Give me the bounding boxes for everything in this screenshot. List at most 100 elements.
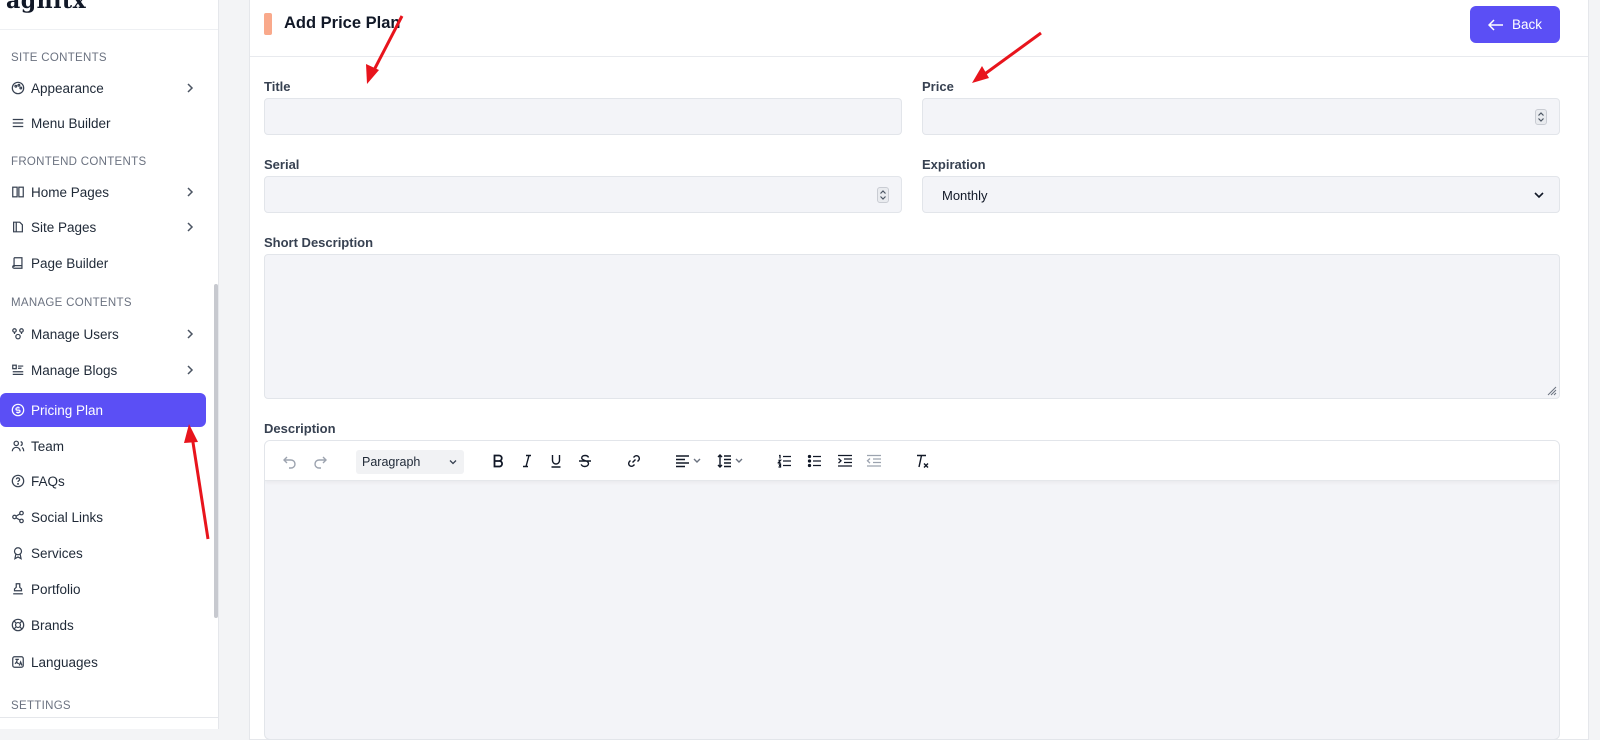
sidebar-item-menu-builder[interactable]: Menu Builder (0, 107, 207, 139)
sidebar-item-label: Appearance (31, 80, 104, 96)
block-format-select[interactable]: Paragraph (356, 450, 464, 474)
price-label: Price (922, 79, 954, 94)
stamp-icon (11, 582, 25, 596)
sidebar-item-label: Page Builder (31, 255, 109, 271)
book-open-icon (11, 185, 25, 199)
language-icon (11, 655, 25, 669)
title-label: Title (264, 79, 291, 94)
dollar-circle-icon (11, 403, 25, 417)
users-icon (11, 327, 25, 341)
sidebar-item-social-links[interactable]: Social Links (0, 501, 207, 533)
arrow-left-icon (1487, 18, 1503, 31)
link-icon[interactable] (625, 452, 643, 470)
stepper-arrows-icon (880, 190, 886, 200)
undo-icon[interactable] (281, 452, 299, 470)
share-icon (11, 510, 25, 524)
sidebar-scrollbar[interactable] (214, 284, 218, 618)
strikethrough-icon[interactable] (576, 452, 594, 470)
chevron-down-icon (449, 460, 457, 465)
sidebar-item-label: Portfolio (31, 581, 81, 597)
team-icon (11, 439, 25, 453)
serial-label: Serial (264, 157, 300, 172)
bold-icon[interactable] (489, 452, 507, 470)
sidebar-item-label: Team (31, 438, 65, 454)
lifebuoy-icon (11, 618, 25, 632)
expiration-selected-value: Monthly (942, 188, 988, 203)
sidebar-item-team[interactable]: Team (0, 430, 207, 462)
sidebar-item-label: Manage Users (31, 326, 119, 342)
chevron-right-icon (187, 83, 194, 93)
price-stepper[interactable] (1535, 109, 1547, 125)
sidebar-item-brands[interactable]: Brands (0, 609, 207, 641)
sidebar-item-faqs[interactable]: FAQs (0, 465, 207, 497)
palette-icon (11, 81, 25, 95)
header-accent-marker (264, 13, 272, 35)
underline-icon[interactable] (547, 452, 565, 470)
list-detail-icon (11, 363, 25, 377)
sidebar-item-services[interactable]: Services (0, 537, 207, 569)
sidebar-item-appearance[interactable]: Appearance (0, 72, 207, 104)
sidebar-divider (0, 717, 218, 718)
chevron-down-icon (1534, 192, 1544, 199)
serial-stepper[interactable] (877, 187, 889, 203)
description-rich-text-editor[interactable]: Paragraph (264, 440, 1560, 740)
sidebar-item-label: Services (31, 545, 83, 561)
sidebar-item-label: Menu Builder (31, 115, 111, 131)
back-button-label: Back (1511, 17, 1542, 32)
card-header: Add Price Plan Back (250, 0, 1588, 57)
section-title-frontend-contents: FRONTEND CONTENTS (11, 156, 147, 168)
short-description-label: Short Description (264, 235, 374, 250)
stepper-arrows-icon (1538, 112, 1544, 122)
sidebar-item-label: Home Pages (31, 184, 110, 200)
clear-format-icon[interactable] (913, 452, 931, 470)
back-button[interactable]: Back (1470, 6, 1560, 43)
section-title-settings: SETTINGS (11, 700, 71, 712)
sidebar-item-portfolio[interactable]: Portfolio (0, 573, 207, 605)
pages-icon (11, 220, 25, 234)
chevron-right-icon (187, 187, 194, 197)
sidebar-item-site-pages[interactable]: Site Pages (0, 211, 207, 243)
sidebar-item-manage-blogs[interactable]: Manage Blogs (0, 354, 207, 386)
sidebar-item-label: Manage Blogs (31, 362, 118, 378)
align-left-icon[interactable] (673, 452, 705, 470)
numbered-list-icon[interactable] (776, 452, 794, 470)
expiration-label: Expiration (922, 157, 986, 172)
indent-icon[interactable] (836, 452, 854, 470)
chevron-right-icon (187, 222, 194, 232)
sidebar-item-page-builder[interactable]: Page Builder (0, 247, 207, 279)
price-input[interactable] (922, 98, 1560, 135)
redo-icon[interactable] (311, 452, 329, 470)
outdent-icon[interactable] (865, 452, 883, 470)
sidebar-item-label: Pricing Plan (31, 402, 104, 418)
sidebar-item-label: Site Pages (31, 219, 97, 235)
sidebar-item-manage-users[interactable]: Manage Users (0, 318, 207, 350)
add-price-plan-card: Add Price Plan Back Title Price Serial E… (249, 0, 1589, 740)
resize-handle-icon[interactable] (1545, 384, 1557, 396)
short-description-textarea[interactable] (264, 254, 1560, 399)
title-input[interactable] (264, 98, 902, 135)
sidebar-item-label: Brands (31, 617, 74, 633)
logo: agnitx (6, 0, 87, 14)
sidebar: agnitx SITE CONTENTS Appearance Menu Bui… (0, 0, 219, 729)
editor-toolbar: Paragraph (265, 441, 1559, 481)
question-circle-icon (11, 474, 25, 488)
sidebar-item-label: Languages (31, 654, 98, 670)
sidebar-item-home-pages[interactable]: Home Pages (0, 176, 207, 208)
expiration-select[interactable]: Monthly (922, 176, 1560, 213)
menu-icon (11, 116, 25, 130)
serial-input[interactable] (264, 176, 902, 213)
sidebar-item-pricing-plan[interactable]: Pricing Plan (0, 393, 206, 427)
sidebar-item-label: Social Links (31, 509, 104, 525)
section-title-site-contents: SITE CONTENTS (11, 52, 107, 64)
award-icon (11, 546, 25, 560)
sidebar-item-languages[interactable]: Languages (0, 646, 207, 678)
sidebar-item-label: FAQs (31, 473, 65, 489)
page-title: Add Price Plan (284, 14, 401, 32)
line-height-icon[interactable] (715, 452, 747, 470)
section-title-manage-contents: MANAGE CONTENTS (11, 297, 132, 309)
italic-icon[interactable] (518, 452, 536, 470)
book-icon (11, 256, 25, 270)
chevron-right-icon (187, 365, 194, 375)
chevron-right-icon (187, 329, 194, 339)
bullet-list-icon[interactable] (806, 452, 824, 470)
